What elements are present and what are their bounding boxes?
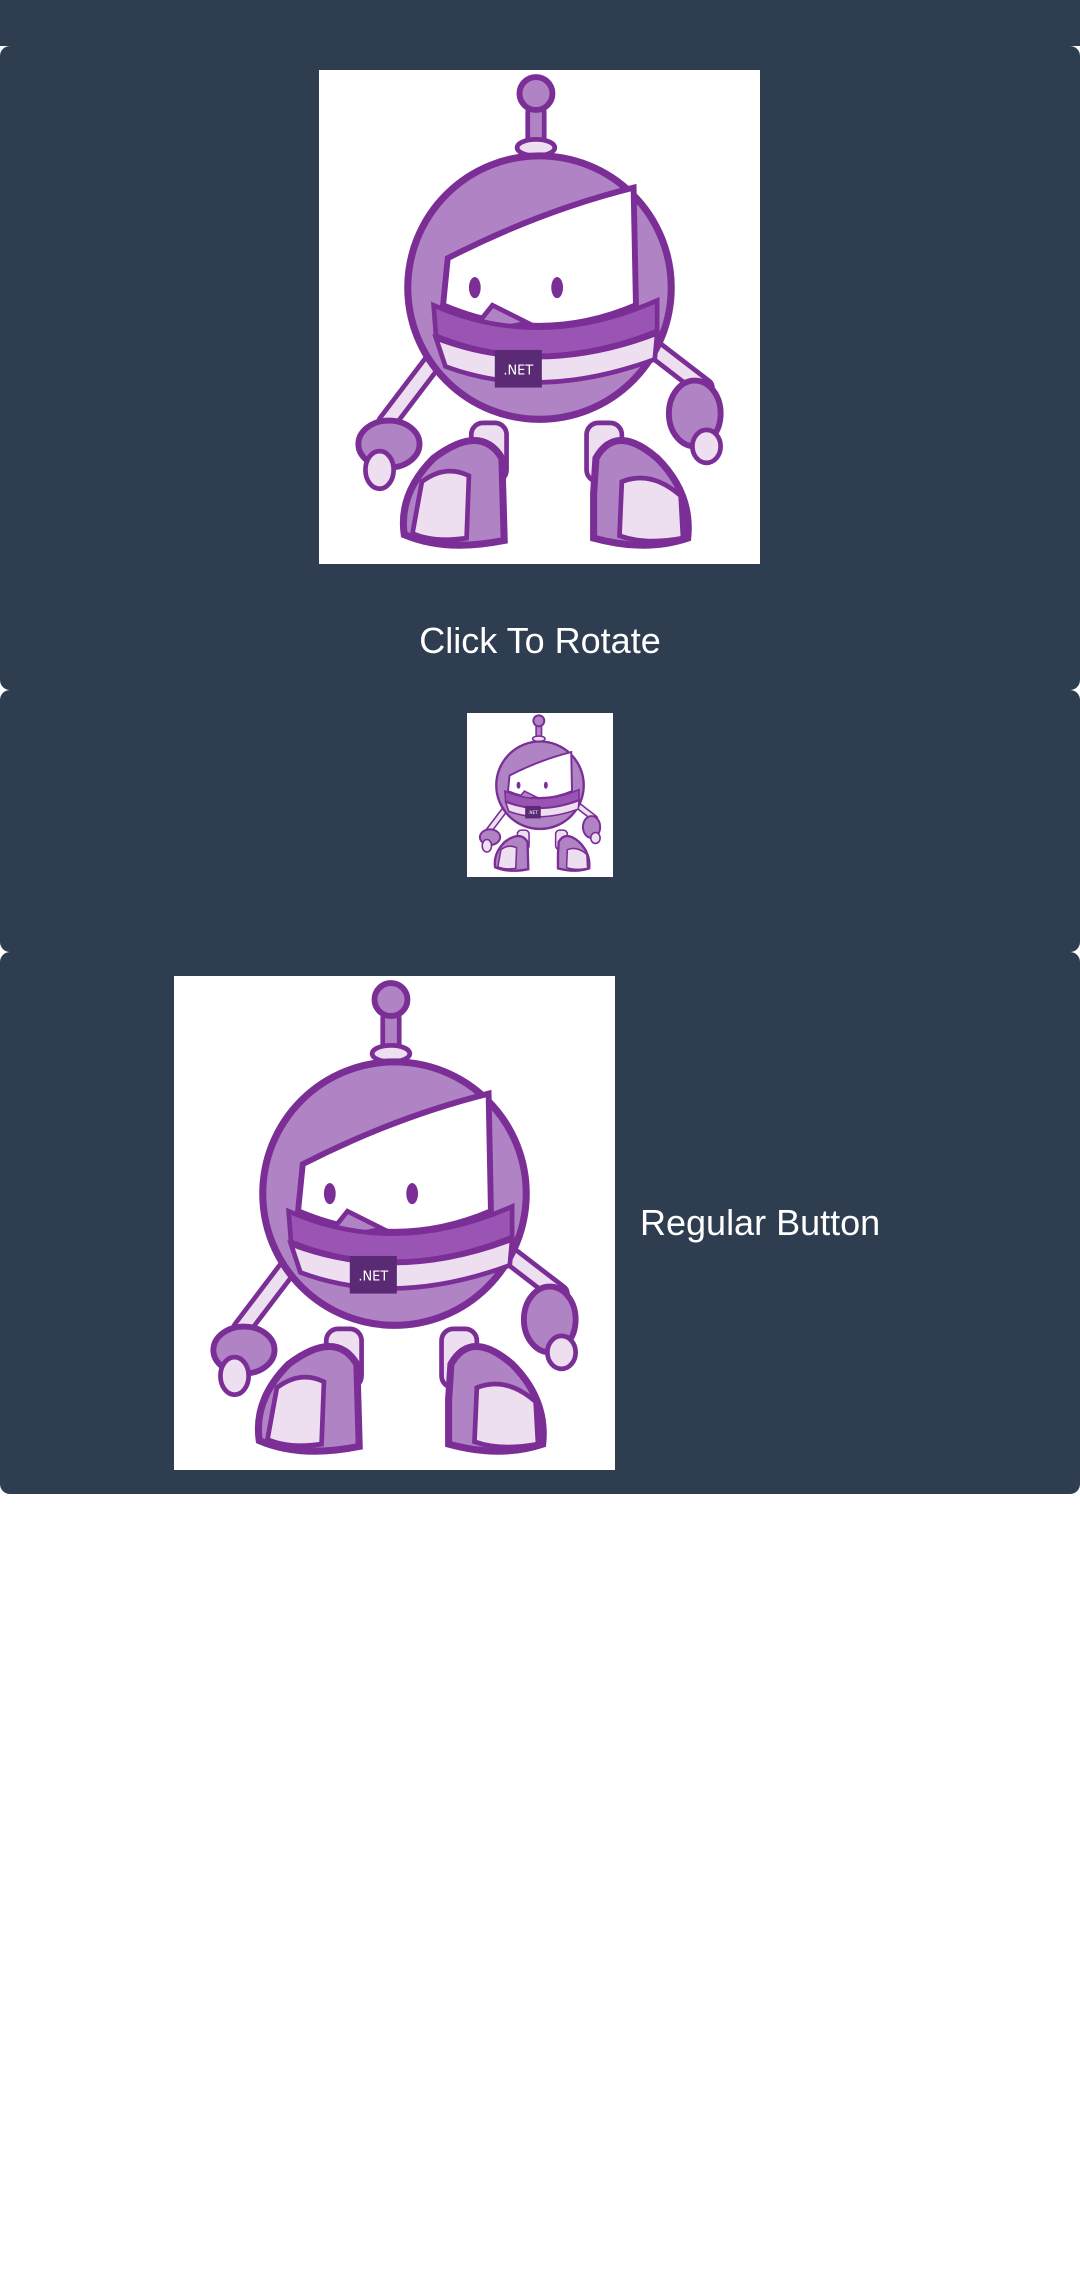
top-bar bbox=[0, 0, 1080, 46]
dotnet-bot-image bbox=[174, 976, 615, 1470]
image-only-button[interactable] bbox=[0, 690, 1080, 952]
regular-button-label: Regular Button bbox=[640, 1202, 881, 1243]
regular-button[interactable]: Regular Button bbox=[0, 952, 1080, 1494]
click-to-rotate-button[interactable]: Click To Rotate bbox=[0, 46, 1080, 690]
click-to-rotate-label: Click To Rotate bbox=[419, 620, 661, 661]
dotnet-bot-image bbox=[319, 70, 760, 564]
dotnet-bot-image bbox=[467, 713, 613, 877]
